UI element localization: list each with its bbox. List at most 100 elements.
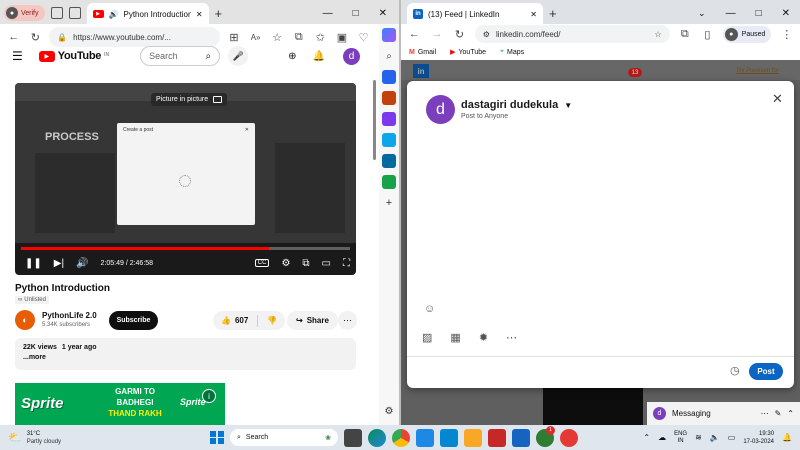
file-explorer-icon[interactable] xyxy=(464,428,482,447)
tab-search-icon[interactable]: ⌄ xyxy=(698,8,706,19)
search-sidebar-icon[interactable]: ⌕ xyxy=(382,49,396,63)
theater-mode-icon[interactable]: ▭ xyxy=(322,258,331,269)
close-dialog-icon[interactable]: ✕ xyxy=(772,91,783,107)
snipping-tool-icon[interactable] xyxy=(560,428,578,447)
like-icon[interactable]: 👍 xyxy=(221,316,231,325)
onedrive-icon[interactable]: ☁ xyxy=(658,433,666,442)
subscribe-button[interactable]: Subscribe xyxy=(109,311,158,330)
tools-icon[interactable] xyxy=(382,91,396,105)
side-panel-icon[interactable]: ▯ xyxy=(700,26,715,42)
miniplayer-icon[interactable]: ⧉ xyxy=(302,258,309,269)
new-tab-icon[interactable]: + xyxy=(549,6,557,21)
speaker-icon[interactable]: 🔊 xyxy=(109,10,119,19)
refresh-icon[interactable]: ↻ xyxy=(452,26,467,42)
ad-info-icon[interactable]: i xyxy=(202,389,216,403)
site-info-icon[interactable]: ⚙ xyxy=(483,30,490,39)
messaging-more-icon[interactable]: ⋯ xyxy=(761,409,769,418)
captions-icon[interactable]: CC xyxy=(254,259,270,267)
messaging-bar[interactable]: d Messaging ⋯ ✎ ⌃ xyxy=(647,402,800,425)
settings-gear-icon[interactable]: ⚙ xyxy=(281,258,290,269)
minimize-icon[interactable]: — xyxy=(323,8,333,19)
minimize-icon[interactable]: — xyxy=(726,8,736,19)
whatsapp-icon[interactable]: 1 xyxy=(536,425,555,447)
outlook-icon[interactable] xyxy=(382,154,396,168)
add-photo-icon[interactable]: ▨ xyxy=(422,331,432,344)
new-tab-icon[interactable]: + xyxy=(215,6,223,21)
tab-close-icon[interactable]: ✕ xyxy=(530,10,537,19)
tab-python-introduction[interactable]: ▶ 🔊 Python Introduction - YouTube ✕ xyxy=(86,3,209,25)
bookmark-star-icon[interactable]: ☆ xyxy=(654,30,661,39)
sprite-ad-banner[interactable]: Sprite GARMI TO BADHEGI THAND RAKH Sprit… xyxy=(15,383,225,425)
search-icon[interactable]: ⌕ xyxy=(206,51,212,62)
user-avatar[interactable]: d xyxy=(343,47,360,65)
workspaces-icon[interactable] xyxy=(50,7,63,19)
create-event-icon[interactable]: ▦ xyxy=(450,331,460,344)
channel-name[interactable]: PythonLife 2.0 xyxy=(42,311,97,320)
weather-widget[interactable]: ⛅ 31°C Partly cloudy xyxy=(8,430,198,446)
notifications-bell-icon[interactable]: 🔔 xyxy=(313,51,325,62)
tab-actions-icon[interactable] xyxy=(68,7,81,19)
close-window-icon[interactable]: ✕ xyxy=(782,8,790,19)
notification-center-icon[interactable]: 🔔 xyxy=(782,433,792,442)
fullscreen-icon[interactable]: ⛶ xyxy=(343,258,350,269)
m365-icon[interactable] xyxy=(382,133,396,147)
maximize-icon[interactable]: □ xyxy=(353,8,359,19)
more-options-icon[interactable]: ⋯ xyxy=(506,331,517,344)
extensions-icon[interactable]: ⧉ xyxy=(678,26,693,42)
mail-icon[interactable] xyxy=(512,428,530,447)
address-bar[interactable]: ⚙ linkedin.com/feed/ ☆ xyxy=(474,25,670,43)
drop-icon[interactable] xyxy=(382,175,396,189)
pip-icon[interactable] xyxy=(213,96,223,103)
bookmark-youtube[interactable]: ▶ YouTube xyxy=(450,48,486,57)
post-author-avatar[interactable]: d xyxy=(426,95,455,124)
post-button[interactable]: Post xyxy=(749,363,783,380)
sidebar-settings-icon[interactable]: ⚙ xyxy=(382,404,396,418)
youtube-logo[interactable]: ▶ YouTube IN xyxy=(38,50,109,62)
voice-search-icon[interactable]: 🎤 xyxy=(228,46,249,66)
forward-icon[interactable]: → xyxy=(430,26,445,42)
tab-close-icon[interactable]: ✕ xyxy=(196,10,203,19)
more-actions-button[interactable]: ⋯ xyxy=(338,311,357,330)
video-progress-bar[interactable] xyxy=(21,247,350,250)
maximize-icon[interactable]: □ xyxy=(756,8,762,19)
back-icon[interactable]: ← xyxy=(407,26,422,42)
description-box[interactable]: 22K views 1 year ago ...more xyxy=(15,338,356,370)
pause-icon[interactable]: ❚❚ xyxy=(25,258,42,269)
bookmark-maps[interactable]: ⌖ Maps xyxy=(500,48,524,56)
create-video-icon[interactable]: ⊕ xyxy=(288,51,296,62)
messaging-collapse-icon[interactable]: ⌃ xyxy=(787,409,794,418)
tab-linkedin-feed[interactable]: in (13) Feed | LinkedIn ✕ xyxy=(407,3,543,25)
taskbar-search-box[interactable]: ⌕ Search ❀ xyxy=(230,429,338,446)
paused-profile-chip[interactable]: ● Paused xyxy=(722,25,772,43)
person-icon[interactable] xyxy=(382,112,396,126)
bookmark-gmail[interactable]: M Gmail xyxy=(409,49,436,56)
store-icon[interactable] xyxy=(416,428,434,447)
edge-icon[interactable] xyxy=(368,428,386,447)
dislike-icon[interactable]: 👎 xyxy=(267,316,277,325)
start-windows-icon[interactable] xyxy=(210,430,224,445)
schedule-clock-icon[interactable]: ◷ xyxy=(730,364,740,377)
video-player[interactable]: PROCESS Create a post ✕ Picture in pictu… xyxy=(15,83,356,275)
share-button[interactable]: ↪ Share xyxy=(287,311,338,330)
chrome-menu-icon[interactable]: ⋮ xyxy=(779,26,794,42)
volume-icon[interactable]: 🔈 xyxy=(710,433,720,442)
page-scrollbar[interactable] xyxy=(371,55,377,420)
celebrate-icon[interactable]: ✹ xyxy=(479,331,488,344)
copilot-icon[interactable] xyxy=(382,28,396,42)
mcafee-icon[interactable] xyxy=(488,428,506,447)
tray-chevron-icon[interactable]: ⌃ xyxy=(643,433,650,442)
post-text-area[interactable] xyxy=(426,131,776,301)
close-window-icon[interactable]: ✕ xyxy=(379,8,387,19)
emoji-icon[interactable]: ☺ xyxy=(424,303,435,315)
author-selector[interactable]: dastagiri dudekula ▼ xyxy=(461,99,572,111)
profile-verify-chip[interactable]: ● Verify xyxy=(4,5,45,21)
tag-icon[interactable] xyxy=(382,70,396,84)
sidebar-add-icon[interactable]: + xyxy=(382,196,396,210)
battery-icon[interactable]: ▭ xyxy=(728,433,736,442)
chrome-icon[interactable] xyxy=(392,428,410,447)
more-link[interactable]: ...more xyxy=(23,354,348,361)
youtube-search-box[interactable]: Search ⌕ xyxy=(140,46,221,66)
language-indicator[interactable]: ENG IN xyxy=(674,431,687,445)
clock[interactable]: 19:30 17-03-2024 xyxy=(743,430,774,446)
hamburger-menu-icon[interactable]: ☰ xyxy=(12,49,23,63)
